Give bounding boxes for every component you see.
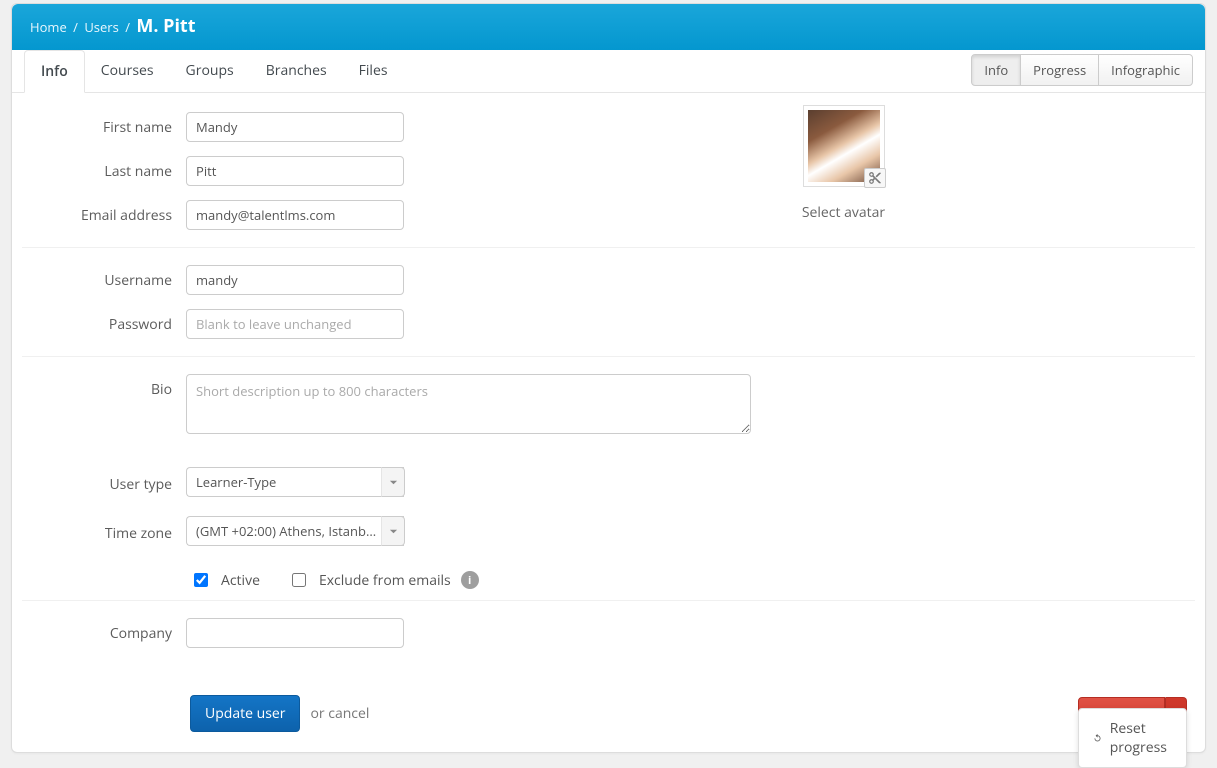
righttab-progress[interactable]: Progress [1020, 54, 1099, 86]
scissors-icon [868, 171, 882, 185]
label-bio: Bio [22, 374, 186, 399]
tab-files[interactable]: Files [343, 50, 404, 92]
select-avatar-label[interactable]: Select avatar [802, 203, 885, 222]
header-bar: Home / Users / M. Pitt [12, 4, 1205, 50]
bio-textarea[interactable] [186, 374, 751, 434]
or-cancel-link[interactable]: or cancel [310, 704, 369, 723]
label-exclude: Exclude from emails [319, 571, 451, 590]
label-active: Active [221, 571, 260, 590]
label-first-name: First name [22, 118, 186, 137]
time-zone-select[interactable]: (GMT +02:00) Athens, Istanb... [186, 516, 404, 546]
email-input[interactable] [186, 200, 404, 230]
chevron-down-icon [381, 516, 405, 546]
first-name-input[interactable] [186, 112, 404, 142]
label-user-type: User type [22, 475, 186, 494]
undo-icon [1093, 731, 1102, 745]
tab-courses[interactable]: Courses [85, 50, 170, 92]
label-company: Company [22, 624, 186, 643]
exclude-checkbox[interactable] [292, 573, 306, 587]
info-icon[interactable]: i [461, 571, 479, 589]
breadcrumb-sep: / [125, 18, 130, 36]
password-input[interactable] [186, 309, 404, 339]
label-last-name: Last name [22, 162, 186, 181]
last-name-input[interactable] [186, 156, 404, 186]
user-type-select[interactable]: Learner-Type [186, 467, 404, 497]
label-password: Password [22, 315, 186, 334]
righttab-infographic[interactable]: Infographic [1098, 54, 1193, 86]
tab-groups[interactable]: Groups [170, 50, 250, 92]
breadcrumb-current: M. Pitt [136, 14, 195, 38]
avatar-crop-button[interactable] [864, 168, 886, 188]
tabs-row: Info Courses Groups Branches Files Info … [12, 50, 1205, 93]
righttab-info[interactable]: Info [971, 54, 1021, 86]
time-zone-value: (GMT +02:00) Athens, Istanb... [186, 516, 404, 546]
right-tab-group: Info Progress Infographic [971, 54, 1193, 86]
tab-branches[interactable]: Branches [250, 50, 343, 92]
label-email: Email address [22, 206, 186, 225]
label-username: Username [22, 271, 186, 290]
label-time-zone: Time zone [22, 524, 186, 543]
update-button[interactable]: Update user [190, 695, 300, 732]
user-edit-card: Home / Users / M. Pitt Info Courses Grou… [11, 3, 1206, 753]
tabs-left: Info Courses Groups Branches Files [24, 50, 404, 92]
reset-progress-item[interactable]: Reset progress [1078, 708, 1187, 768]
avatar-box[interactable] [803, 105, 885, 187]
company-input[interactable] [186, 618, 404, 648]
chevron-down-icon [381, 467, 405, 497]
breadcrumb-home[interactable]: Home [30, 18, 67, 36]
breadcrumb: Home / Users / M. Pitt [30, 14, 1187, 38]
user-type-value: Learner-Type [186, 467, 404, 497]
username-input[interactable] [186, 265, 404, 295]
tab-info[interactable]: Info [24, 50, 85, 93]
active-checkbox[interactable] [194, 573, 208, 587]
breadcrumb-users[interactable]: Users [84, 18, 118, 36]
breadcrumb-sep: / [73, 18, 78, 36]
reset-progress-label: Reset progress [1110, 719, 1172, 757]
